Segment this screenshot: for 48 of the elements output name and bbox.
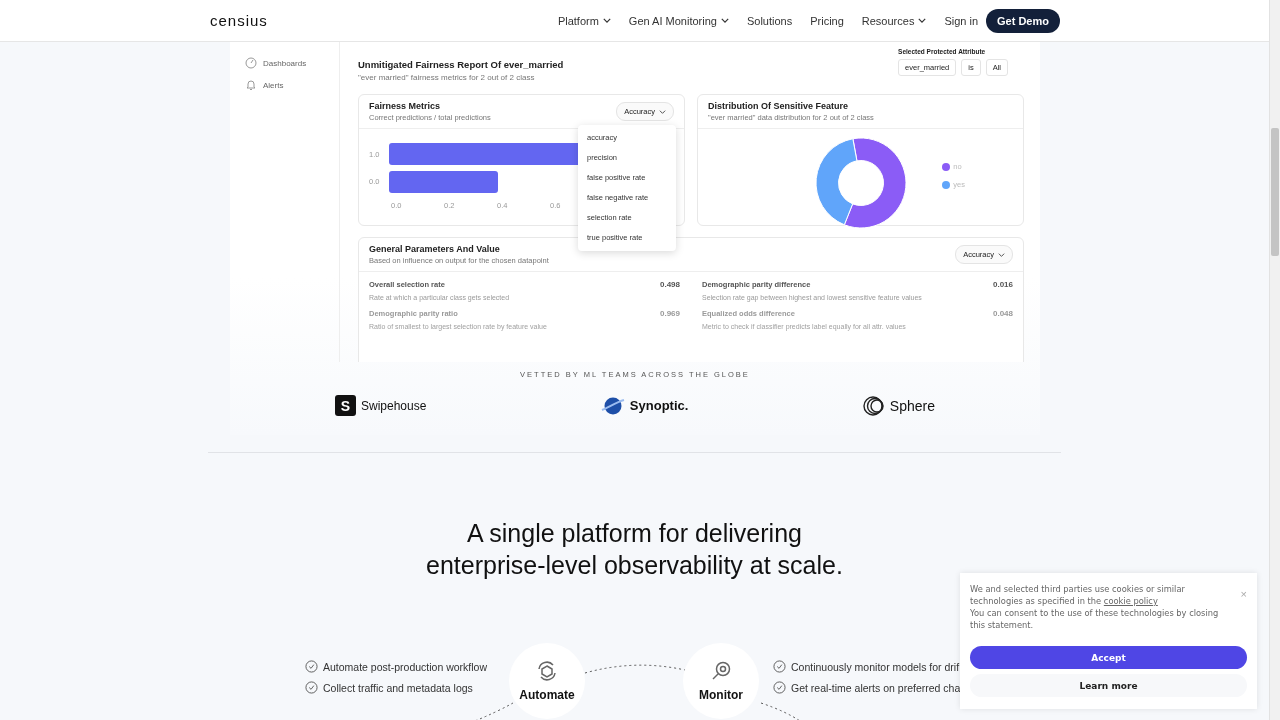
nav-link[interactable]: Resources [861,14,927,27]
cookie-notice-text: We and selected third parties use cookies or similar technologies as specified in the cookie policy You can consent to the use of these technologies by closing this statement. [970,583,1220,631]
feature-bullet: Get real-time alerts on preferred cha [791,681,961,694]
nav-link[interactable]: Solutions [746,14,793,27]
learn-more-button[interactable]: Learn more [970,674,1247,697]
cube-cycle-icon [536,660,558,682]
feature-circle: Monitor [683,643,759,719]
logo[interactable]: censius [210,12,268,29]
cookie-policy-link[interactable]: cookie policy [1103,596,1158,606]
magnifier-eye-icon [710,660,732,682]
nav-link[interactable]: Gen AI Monitoring [628,14,729,27]
check-circle-icon [305,681,318,694]
accept-button[interactable]: Accept [970,646,1247,669]
caret-icon [659,109,666,114]
feature-bullet: Continuously monitor models for drif [791,660,960,673]
feature-bullet: Automate post-production workflow [323,660,487,673]
report-subtitle: "ever married" fairness metrics for 2 out of 2 class [358,73,536,82]
feature-bullet: Collect traffic and metadata logs [323,681,473,694]
nav-link[interactable]: Pricing [810,14,844,27]
parameter-value: 0.969 [659,309,680,318]
gauge-icon [245,57,257,69]
check-circle-icon [773,660,786,673]
sidebar-item[interactable]: Dashboards [245,52,339,74]
card-title: Fairness Metrics [369,101,442,111]
feature-circle: Automate [509,643,585,719]
logo-mark: S [335,395,356,416]
nav-link[interactable]: Platform [557,14,611,27]
customer-logo-name: Synoptic. [629,398,689,413]
customer-logo-name: Swipehouse [361,398,427,413]
section-headline: A single platform for delivering enterprise-level observability at scale. [425,518,844,581]
caret-icon [998,252,1005,257]
sign-in-link[interactable]: Sign in [944,14,979,27]
dashed-connector [760,702,801,720]
check-circle-icon [305,660,318,673]
scrollbar[interactable] [1269,0,1280,720]
customer-logo-name: Sphere [889,397,935,414]
parameter-value: 0.016 [992,280,1013,289]
bell-icon [245,79,257,91]
check-circle-icon [773,681,786,694]
parameter-value: 0.048 [992,309,1013,318]
rings-icon [862,395,885,416]
report-title: Unmitigated Fairness Report Of ever_married [358,59,564,70]
parameter-value: 0.498 [659,280,680,289]
globe-icon [600,395,625,416]
card-title: Distribution Of Sensitive Feature [708,101,850,111]
card-title: General Parameters And Value [369,244,501,254]
sidebar-item[interactable]: Alerts [245,74,339,96]
get-demo-button[interactable]: Get Demo [986,8,1060,33]
